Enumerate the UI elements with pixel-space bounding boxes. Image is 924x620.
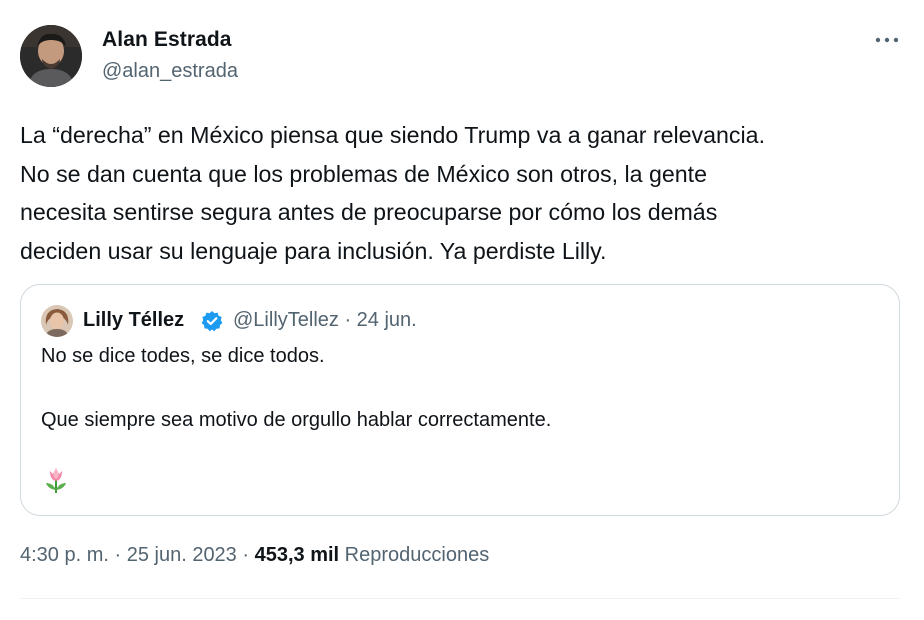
quoted-handle-date[interactable]: @LillyTellez · 24 jun.: [233, 309, 417, 332]
author-handle[interactable]: @alan_estrada: [102, 60, 238, 83]
tulip-icon: [43, 465, 69, 495]
quoted-avatar-photo-icon: [41, 305, 73, 337]
quoted-text-line: No se dice todes, se dice todos.: [41, 345, 325, 367]
divider: [20, 598, 900, 599]
avatar-photo-icon: [20, 25, 82, 87]
verified-badge-icon: [201, 310, 223, 332]
tweet-meta: 4:30 p. m. · 25 jun. 2023 · 453,3 mil Re…: [20, 544, 489, 567]
more-horizontal-icon[interactable]: [872, 28, 902, 52]
views-count: 453,3 mil: [254, 544, 340, 566]
tweet: Alan Estrada @alan_estrada La “derecha” …: [0, 0, 924, 620]
tweet-text: La “derecha” en México piensa que siendo…: [20, 122, 766, 264]
quoted-author-avatar[interactable]: [41, 305, 73, 337]
author-name[interactable]: Alan Estrada: [102, 28, 232, 52]
timestamp[interactable]: 4:30 p. m. · 25 jun. 2023 ·: [20, 544, 255, 566]
quoted-text-line: Que siempre sea motivo de orgullo hablar…: [41, 409, 552, 431]
author-avatar[interactable]: [20, 25, 82, 87]
quoted-tweet[interactable]: Lilly Téllez @LillyTellez · 24 jun. No s…: [20, 284, 900, 516]
views-label: Reproducciones: [339, 544, 490, 566]
quoted-author-name[interactable]: Lilly Téllez: [83, 309, 184, 332]
